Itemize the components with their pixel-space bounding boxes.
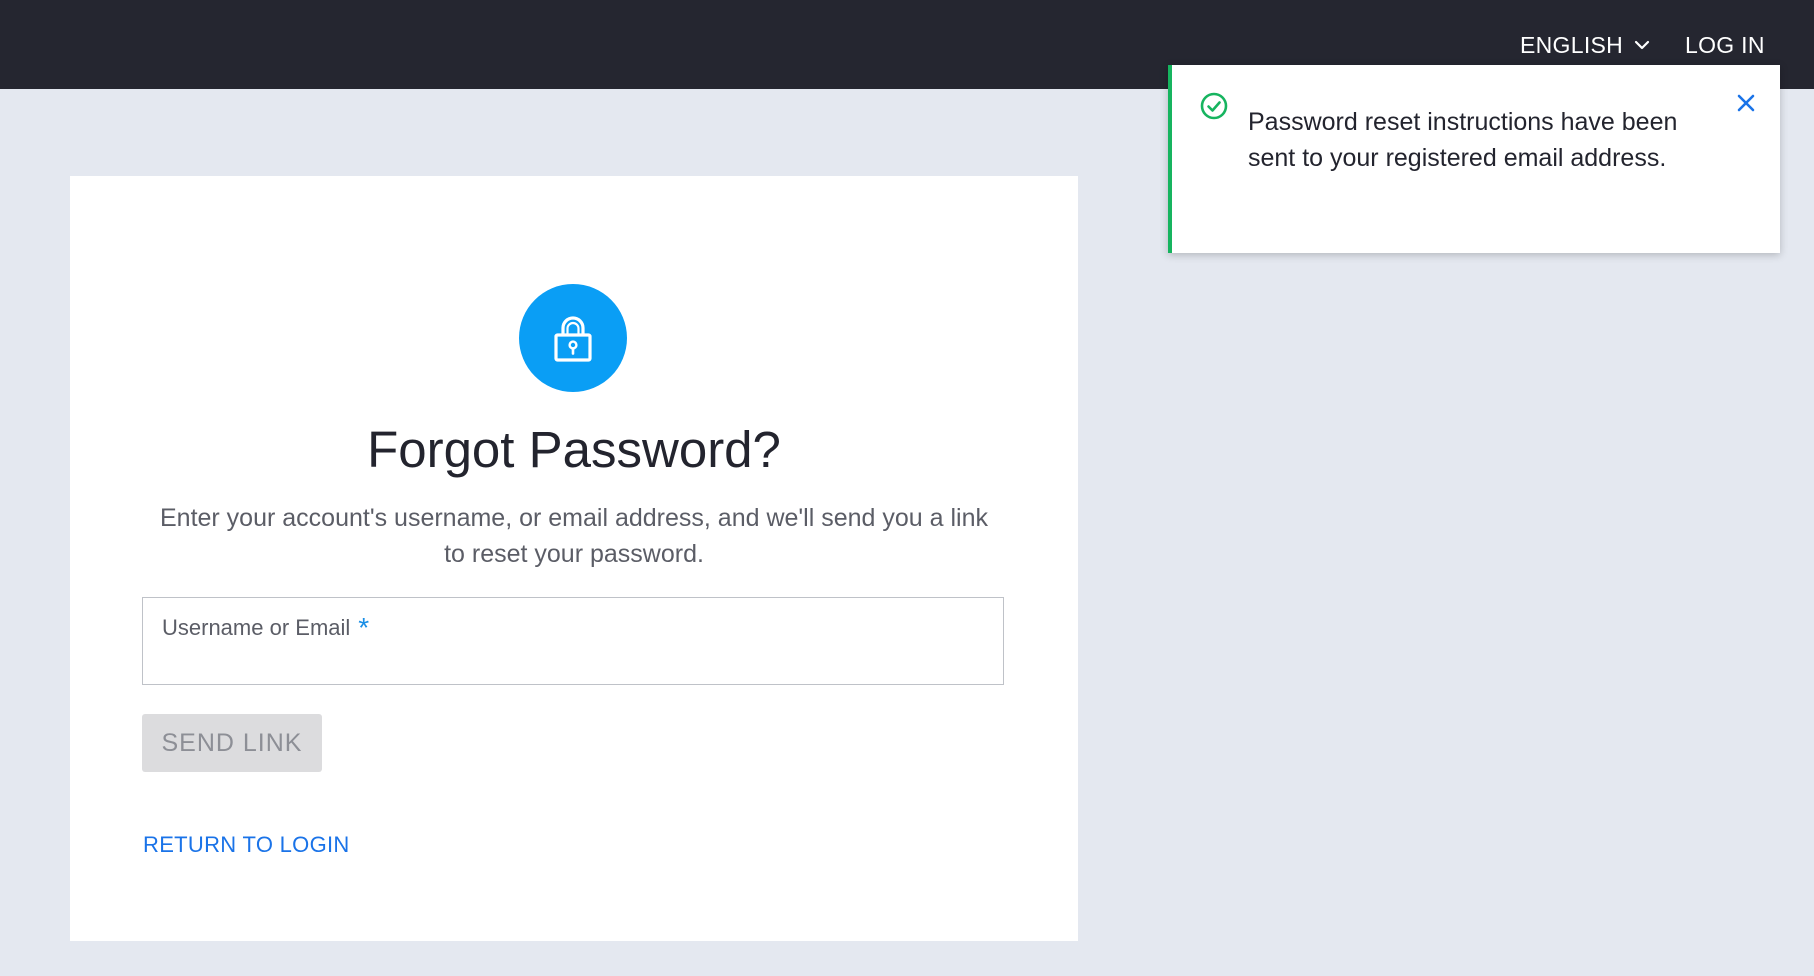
success-toast: Password reset instructions have been se…: [1168, 65, 1780, 253]
close-icon[interactable]: [1732, 89, 1760, 117]
username-email-field[interactable]: Username or Email *: [142, 597, 1004, 685]
language-selector[interactable]: ENGLISH: [1520, 30, 1651, 60]
chevron-down-icon: [1634, 40, 1650, 50]
field-label-wrapper: Username or Email *: [162, 612, 369, 644]
username-email-label: Username or Email: [162, 615, 351, 640]
required-marker: *: [358, 612, 370, 643]
toast-message: Password reset instructions have been se…: [1248, 108, 1678, 172]
language-label: ENGLISH: [1520, 31, 1624, 58]
page-description: Enter your account's username, or email …: [159, 504, 989, 568]
return-to-login-link[interactable]: RETURN TO LOGIN: [143, 832, 350, 858]
page-title: Forgot Password?: [367, 421, 781, 478]
lock-icon: [519, 284, 627, 392]
forgot-password-card: Forgot Password? Enter your account's us…: [70, 176, 1078, 941]
check-circle-icon: [1200, 92, 1228, 120]
username-email-input[interactable]: [161, 644, 985, 674]
send-link-button[interactable]: SEND LINK: [142, 714, 322, 772]
login-link[interactable]: LOG IN: [1685, 30, 1765, 60]
